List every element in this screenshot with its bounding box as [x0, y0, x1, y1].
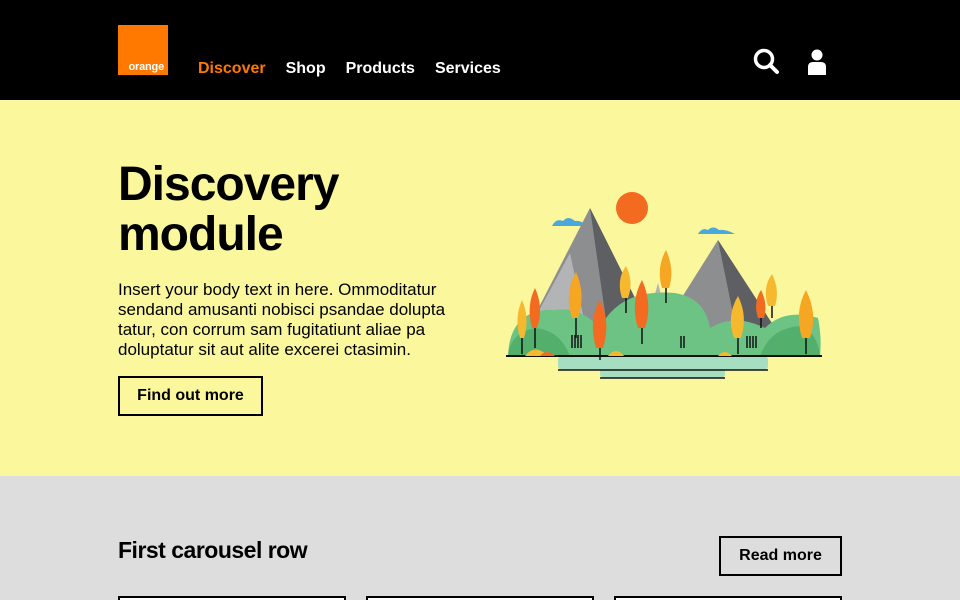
carousel-title: First carousel row	[118, 537, 308, 563]
site-header: orange Discover Shop Products Services	[0, 0, 960, 100]
search-icon[interactable]	[752, 46, 782, 78]
carousel-card-3[interactable]	[614, 596, 842, 600]
nav-item-products[interactable]: Products	[346, 59, 415, 79]
landscape-illustration	[506, 192, 822, 379]
nav-item-shop[interactable]: Shop	[286, 59, 326, 79]
hero-title: Discovery module	[118, 158, 339, 261]
find-out-more-button[interactable]: Find out more	[118, 376, 263, 416]
nav-item-services[interactable]: Services	[435, 59, 501, 79]
carousel-card-1[interactable]	[118, 596, 346, 600]
main-nav: Discover Shop Products Services	[198, 59, 521, 79]
hero-body-text: Insert your body text in here. Ommoditat…	[118, 280, 446, 359]
carousel-section: First carousel row Read more	[0, 476, 960, 600]
hero-section: Discovery module Insert your body text i…	[0, 100, 960, 476]
carousel-card-2[interactable]	[366, 596, 594, 600]
read-more-button[interactable]: Read more	[719, 536, 842, 576]
account-icon[interactable]	[804, 46, 834, 78]
nav-item-discover[interactable]: Discover	[198, 59, 266, 79]
orange-logo[interactable]: orange	[118, 25, 168, 75]
logo-text: orange	[128, 61, 165, 73]
